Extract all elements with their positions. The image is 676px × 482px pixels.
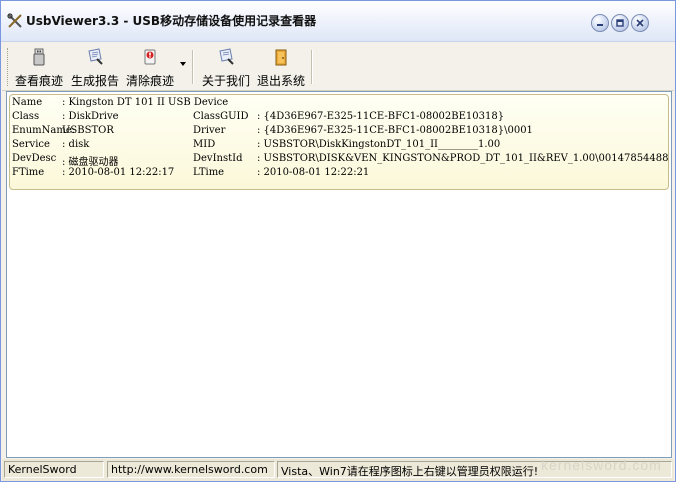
field-key-2: Driver — [193, 125, 226, 136]
field-key-2: ClassGUID — [193, 111, 249, 122]
maximize-button[interactable] — [611, 14, 629, 32]
field-value: : 磁盘驱动器 — [62, 157, 119, 168]
field-value: : disk — [62, 139, 90, 150]
field-value: USBSTOR — [62, 125, 114, 136]
generate-report-button[interactable]: 生成报告 — [68, 46, 122, 88]
app-window: UsbViewer3.3 - USB移动存储设备使用记录查看器 查看痕迹 生成报… — [0, 0, 676, 482]
about-us-button[interactable]: 关于我们 — [199, 46, 253, 88]
clear-traces-icon — [144, 49, 156, 65]
field-key: Service — [12, 139, 50, 150]
window-title: UsbViewer3.3 - USB移动存储设备使用记录查看器 — [26, 14, 317, 28]
status-url: http://www.kernelsword.com — [107, 461, 275, 478]
field-value: : DiskDrive — [62, 111, 119, 122]
field-key: Class — [12, 111, 40, 122]
field-value-2: : USBSTOR\DiskKingstonDT_101_II________1… — [257, 139, 501, 150]
toolbar: 查看痕迹 生成报告 清除痕迹 关于我们 退出系统 — [2, 42, 674, 91]
clear-traces-dropdown-arrow-icon[interactable] — [180, 62, 186, 66]
app-tools-icon — [7, 13, 22, 28]
watermark: kernelsword.com — [541, 457, 662, 473]
field-key: FTime — [12, 167, 45, 178]
field-value-2: : 2010-08-01 12:22:21 — [257, 167, 370, 178]
generate-report-label: 生成报告 — [70, 74, 119, 88]
about-us-label: 关于我们 — [201, 74, 250, 88]
field-value: : Kingston DT 101 II USB Device — [62, 97, 229, 108]
device-list[interactable]: Name : Kingston DT 101 II USB Device Cla… — [6, 91, 672, 458]
device-record-card[interactable]: Name : Kingston DT 101 II USB Device Cla… — [9, 94, 669, 190]
clear-traces-label: 清除痕迹 — [125, 74, 174, 88]
exit-icon — [275, 49, 287, 66]
field-key-2: MID — [193, 139, 216, 150]
field-value-2: : {4D36E967-E325-11CE-BFC1-08002BE10318}… — [257, 125, 533, 136]
field-value-2: : USBSTOR\DISK&VEN_KINGSTON&PROD_DT_101_… — [257, 153, 669, 164]
field-key: Name — [12, 97, 43, 108]
field-key: DevDesc — [12, 153, 57, 164]
clear-traces-button[interactable]: 清除痕迹 — [123, 46, 177, 88]
field-key-2: DevInstId — [193, 153, 243, 164]
minimize-button[interactable] — [591, 14, 609, 32]
field-value: : 2010-08-01 12:22:17 — [62, 167, 175, 178]
status-company: KernelSword — [4, 461, 104, 478]
usb-drive-icon — [33, 48, 45, 66]
title-bar[interactable]: UsbViewer3.3 - USB移动存储设备使用记录查看器 — [1, 1, 675, 42]
report-icon — [88, 48, 103, 65]
maximize-icon — [616, 19, 624, 27]
about-icon — [219, 48, 234, 65]
field-key-2: LTime — [193, 167, 225, 178]
view-traces-button[interactable]: 查看痕迹 — [12, 46, 66, 88]
field-value-2: : {4D36E967-E325-11CE-BFC1-08002BE10318} — [257, 111, 505, 122]
toolbar-separator — [192, 50, 194, 84]
exit-system-label: 退出系统 — [256, 74, 305, 88]
close-icon — [636, 19, 644, 27]
close-button[interactable] — [631, 14, 649, 32]
view-traces-label: 查看痕迹 — [14, 74, 63, 88]
toolbar-grip[interactable] — [7, 48, 11, 86]
minimize-icon — [597, 24, 603, 26]
exit-system-button[interactable]: 退出系统 — [254, 46, 308, 88]
toolbar-separator-end — [311, 50, 313, 84]
